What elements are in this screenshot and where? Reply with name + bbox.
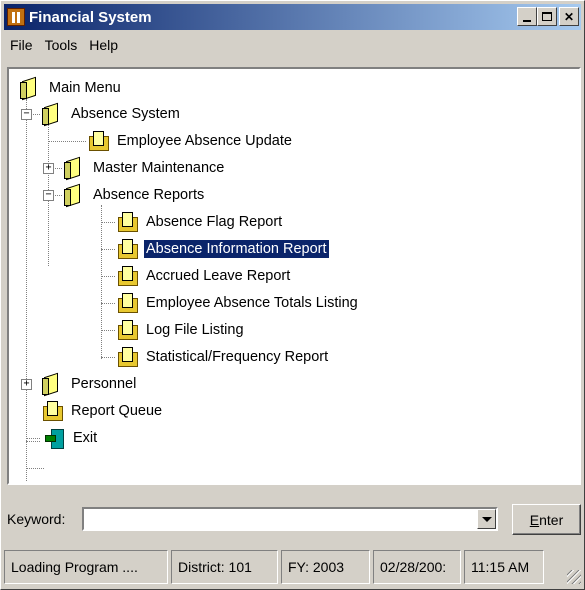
tree-node-absence-system[interactable]: Absence System [41,101,182,127]
tree-node-employee-absence-update[interactable]: Employee Absence Update [87,128,294,154]
status-time: 11:15 AM [464,550,544,584]
report-folder-icon [116,347,138,367]
tree-line [26,438,40,439]
tree-node-log-file-listing[interactable]: Log File Listing [116,317,246,343]
status-bar: Loading Program .... District: 101 FY: 2… [4,550,583,586]
menu-bar: File Tools Help [4,33,124,57]
book-icon [41,104,63,125]
tree-line [26,99,27,481]
book-icon [41,374,63,395]
tree-line [101,222,115,223]
report-folder-icon [116,320,138,340]
report-folder-icon [41,401,63,421]
tree-label: Absence Reports [93,187,205,203]
tree-line [101,357,115,358]
window-controls: ✕ [517,7,579,26]
close-icon: ✕ [563,9,575,24]
enter-label: nter [539,511,564,528]
book-icon [63,158,85,179]
expand-toggle-personnel[interactable]: + [21,379,32,390]
maximize-button[interactable] [537,7,557,26]
tree-label: Main Menu [49,80,121,96]
tree-line [101,205,102,359]
tree-node-report-queue[interactable]: Report Queue [41,398,164,424]
maximize-icon [542,12,552,21]
tree-node-exit[interactable]: Exit [43,425,99,451]
tree-node-absence-flag-report[interactable]: Absence Flag Report [116,209,284,235]
tree-label-selected: Absence Information Report [143,239,330,259]
window-title: Financial System [29,8,152,26]
tree-node-main-menu[interactable]: Main Menu [19,75,123,101]
expand-toggle-master-maintenance[interactable]: + [43,163,54,174]
menu-file[interactable]: File [4,37,39,53]
keyword-dropdown-button[interactable] [477,509,496,529]
book-icon [63,185,85,206]
tree-line [101,330,115,331]
menu-tree[interactable]: Main Menu − Absence System Employee Abse… [7,67,581,485]
collapse-toggle-absence-reports[interactable]: − [43,190,54,201]
status-date: 02/28/200: [373,550,461,584]
report-folder-icon [116,239,138,259]
tree-line [26,441,40,442]
keyword-combobox[interactable] [82,507,498,531]
tree-line [101,249,115,250]
report-folder-icon [116,212,138,232]
resize-grip-icon[interactable] [567,570,581,584]
book-icon [19,78,41,99]
tree-node-absence-reports[interactable]: Absence Reports [63,182,206,208]
keyword-input[interactable] [84,509,474,527]
report-folder-icon [116,266,138,286]
tree-line [101,276,115,277]
tree-node-absence-information-report[interactable]: Absence Information Report [116,236,330,262]
tree-node-employee-absence-totals-listing[interactable]: Employee Absence Totals Listing [116,290,360,316]
menu-tools[interactable]: Tools [39,37,84,53]
tree-label: Employee Absence Totals Listing [146,295,358,311]
keyword-label: Keyword: [7,511,66,527]
minimize-button[interactable] [517,7,537,26]
tree-node-personnel[interactable]: Personnel [41,371,138,397]
app-icon[interactable] [7,8,25,26]
exit-door-icon [43,428,65,449]
menu-help[interactable]: Help [83,37,124,53]
tree-node-accrued-leave-report[interactable]: Accrued Leave Report [116,263,292,289]
status-message: Loading Program .... [4,550,168,584]
tree-label: Report Queue [71,403,163,419]
report-folder-icon [87,131,109,151]
tree-line [26,468,44,469]
tree-label: Statistical/Frequency Report [146,349,329,365]
status-fiscal-year: FY: 2003 [281,550,370,584]
tree-line [101,303,115,304]
tree-label: Employee Absence Update [117,133,292,149]
status-district: District: 101 [171,550,278,584]
tree-label: Absence System [71,106,180,122]
financial-system-window: Financial System ✕ File Tools Help Main … [0,0,585,590]
tree-node-statistical-frequency-report[interactable]: Statistical/Frequency Report [116,344,330,370]
tree-label: Log File Listing [146,322,244,338]
tree-label: Absence Flag Report [146,214,283,230]
collapse-toggle-absence-system[interactable]: − [21,109,32,120]
tree-node-master-maintenance[interactable]: Master Maintenance [63,155,226,181]
tree-label: Master Maintenance [93,160,225,176]
minimize-icon [523,19,531,22]
tree-label: Personnel [71,376,137,392]
tree-label: Exit [73,430,98,446]
tree-line [48,141,86,142]
report-folder-icon [116,293,138,313]
title-bar[interactable]: Financial System ✕ [4,4,581,30]
enter-button[interactable]: Enter [512,504,581,535]
dropdown-arrow-icon [481,516,492,522]
enter-accel: E [529,511,540,528]
close-button[interactable]: ✕ [559,7,579,26]
tree-label: Accrued Leave Report [146,268,291,284]
